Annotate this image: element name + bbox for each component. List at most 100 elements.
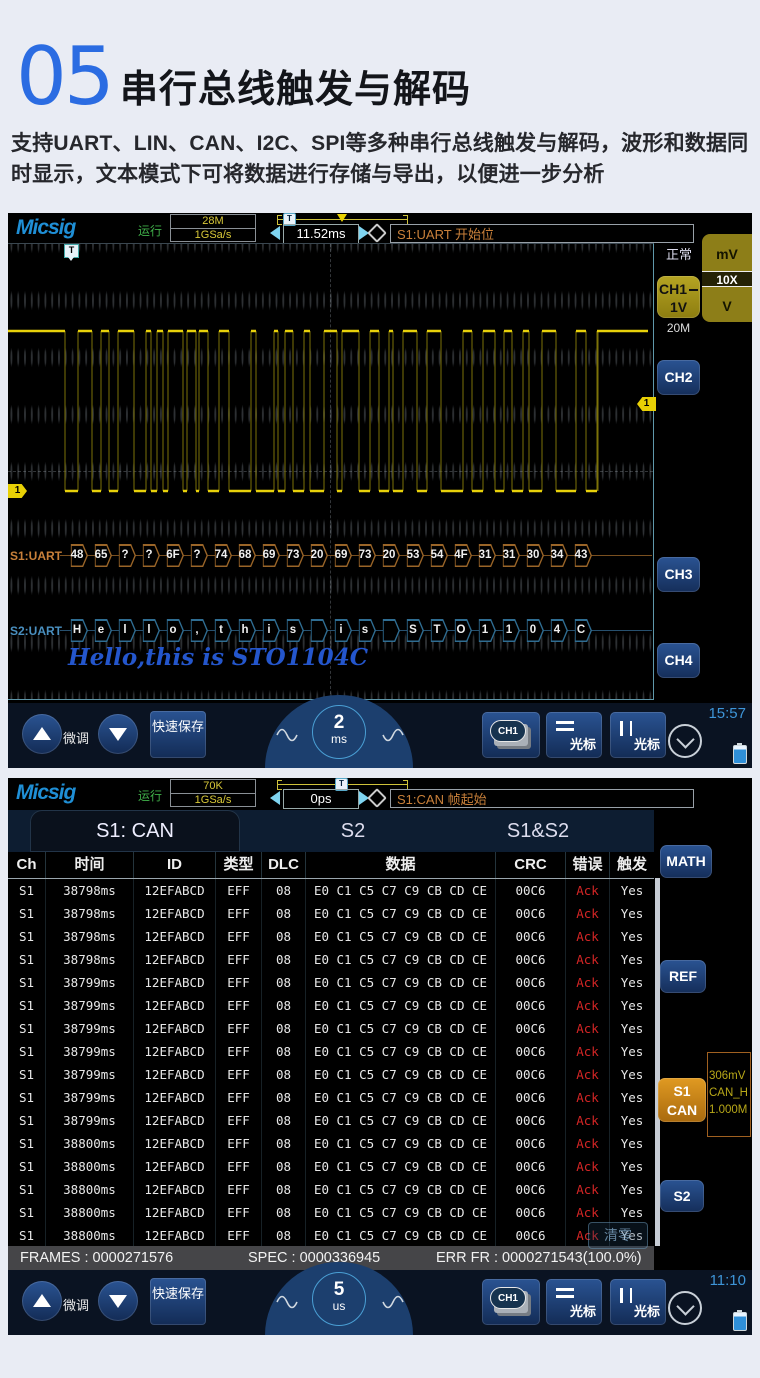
h-cursor-button[interactable]: 光标 [546, 1279, 602, 1325]
channel-select-button[interactable]: CH1 [482, 1279, 540, 1325]
decode-bus-label: S2:UART [10, 624, 62, 638]
table-row[interactable]: S138799ms12EFABCDEFF08E0 C1 C5 C7 C9 CB … [8, 1017, 654, 1040]
decode-token: 1 [474, 619, 496, 642]
cell-dlc: 08 [262, 994, 306, 1017]
table-row[interactable]: S138798ms12EFABCDEFF08E0 C1 C5 C7 C9 CB … [8, 902, 654, 925]
table-row[interactable]: S138798ms12EFABCDEFF08E0 C1 C5 C7 C9 CB … [8, 925, 654, 948]
cell-data: E0 C1 C5 C7 C9 CB CD CE [306, 1224, 496, 1246]
table-row[interactable]: S138798ms12EFABCDEFF08E0 C1 C5 C7 C9 CB … [8, 879, 654, 902]
ch3-button[interactable]: CH3 [657, 557, 700, 592]
sine-right-icon[interactable] [381, 1293, 405, 1311]
tab-s1-can[interactable]: S1: CAN [30, 810, 240, 852]
cell-type: EFF [216, 925, 262, 948]
table-row[interactable]: S138799ms12EFABCDEFF08E0 C1 C5 C7 C9 CB … [8, 1040, 654, 1063]
ch4-button[interactable]: CH4 [657, 643, 700, 678]
uart-decode-row-hex[interactable]: S1:UART 4865??6F?746869732069732053544F3… [8, 544, 654, 568]
cell-dlc: 08 [262, 1040, 306, 1063]
sine-left-icon[interactable] [275, 1293, 299, 1311]
decode-token: i [330, 619, 352, 642]
collapse-menu-button[interactable] [668, 724, 702, 758]
probe-attenuation[interactable]: 10X [702, 271, 752, 287]
decode-tabs-bar: S1: CAN S2 S1&S2 [8, 810, 654, 852]
table-row[interactable]: S138799ms12EFABCDEFF08E0 C1 C5 C7 C9 CB … [8, 971, 654, 994]
cell-time: 38798ms [46, 902, 134, 925]
tab-s1-and-s2[interactable]: S1&S2 [458, 810, 618, 852]
time-offset-value[interactable]: 11.52ms [283, 224, 359, 244]
bracket-left [277, 780, 282, 790]
cell-id: 12EFABCD [134, 971, 216, 994]
cell-ch: S1 [8, 994, 46, 1017]
timebase-knob[interactable]: 5 us [312, 1272, 366, 1326]
table-row[interactable]: S138799ms12EFABCDEFF08E0 C1 C5 C7 C9 CB … [8, 1086, 654, 1109]
time-left-arrow-icon[interactable] [270, 791, 280, 805]
math-button[interactable]: MATH [660, 845, 712, 878]
table-row[interactable]: S138800ms12EFABCDEFF08E0 C1 C5 C7 C9 CB … [8, 1224, 654, 1246]
quick-save-button[interactable]: 快速保存 [150, 1278, 206, 1325]
trigger-info[interactable]: S1:UART 开始位 [390, 224, 694, 243]
vertical-scale-panel[interactable]: mV 10X V [702, 234, 752, 322]
s1-can-button[interactable]: S1 CAN [658, 1078, 706, 1122]
cell-type: EFF [216, 1178, 262, 1201]
collapse-menu-button[interactable] [668, 1291, 702, 1325]
unit-mv[interactable]: mV [702, 246, 752, 262]
trigger-source-icon [367, 223, 387, 243]
fine-down-button[interactable] [98, 1281, 138, 1321]
uart-decode-row-ascii[interactable]: S2:UART Hello,thisisSTO1104C [8, 619, 654, 643]
cell-dlc: 08 [262, 1017, 306, 1040]
table-row[interactable]: S138800ms12EFABCDEFF08E0 C1 C5 C7 C9 CB … [8, 1201, 654, 1224]
s2-button[interactable]: S2 [660, 1180, 704, 1212]
table-row[interactable]: S138800ms12EFABCDEFF08E0 C1 C5 C7 C9 CB … [8, 1132, 654, 1155]
time-left-arrow-icon[interactable] [270, 226, 280, 240]
up-triangle-icon [33, 727, 51, 740]
trigger-point-flag[interactable]: T [64, 244, 79, 258]
clear-ghost-button[interactable]: 清零 [588, 1222, 648, 1249]
decode-token: 69 [258, 544, 280, 567]
table-row[interactable]: S138799ms12EFABCDEFF08E0 C1 C5 C7 C9 CB … [8, 1109, 654, 1132]
cell-dlc: 08 [262, 902, 306, 925]
time-offset-value[interactable]: 0ps [283, 789, 359, 809]
ch1-button[interactable]: CH1 1V [657, 276, 700, 318]
fine-up-button[interactable] [22, 1281, 62, 1321]
table-row[interactable]: S138799ms12EFABCDEFF08E0 C1 C5 C7 C9 CB … [8, 1063, 654, 1086]
timebase-position-bar[interactable]: T [277, 215, 408, 224]
table-row[interactable]: S138800ms12EFABCDEFF08E0 C1 C5 C7 C9 CB … [8, 1155, 654, 1178]
decode-token: s [354, 619, 376, 642]
quick-save-button[interactable]: 快速保存 [150, 711, 206, 758]
unit-v[interactable]: V [702, 298, 752, 314]
ch2-button[interactable]: CH2 [657, 360, 700, 395]
cell-crc: 00C6 [496, 994, 566, 1017]
decode-token: C [570, 619, 592, 642]
trigger-info[interactable]: S1:CAN 帧起始 [390, 789, 694, 808]
table-row[interactable]: S138798ms12EFABCDEFF08E0 C1 C5 C7 C9 CB … [8, 948, 654, 971]
v-cursor-button[interactable]: 光标 [610, 1279, 666, 1325]
sine-right-icon[interactable] [381, 726, 405, 744]
v-cursor-button[interactable]: 光标 [610, 712, 666, 758]
channel-select-button[interactable]: CH1 [482, 712, 540, 758]
column-header: CRC [496, 852, 566, 878]
chevron-down-icon [676, 730, 694, 748]
tab-s2[interactable]: S2 [288, 810, 418, 852]
ref-button[interactable]: REF [660, 960, 706, 993]
decode-token: ? [114, 544, 136, 567]
column-header: Ch [8, 852, 46, 878]
cell-time: 38799ms [46, 971, 134, 994]
memory-samplerate-box[interactable]: 70K 1GSa/s [170, 779, 256, 807]
cell-crc: 00C6 [496, 1155, 566, 1178]
cell-dlc: 08 [262, 1155, 306, 1178]
column-header: 类型 [216, 852, 262, 878]
sine-left-icon[interactable] [275, 726, 299, 744]
table-row[interactable]: S138799ms12EFABCDEFF08E0 C1 C5 C7 C9 CB … [8, 994, 654, 1017]
table-row[interactable]: S138800ms12EFABCDEFF08E0 C1 C5 C7 C9 CB … [8, 1178, 654, 1201]
timebase-knob[interactable]: 2 ms [312, 705, 366, 759]
memory-samplerate-box[interactable]: 28M 1GSa/s [170, 214, 256, 242]
can-table-body: S138798ms12EFABCDEFF08E0 C1 C5 C7 C9 CB … [8, 878, 654, 1246]
h-cursor-icon [556, 1288, 574, 1302]
cell-data: E0 C1 C5 C7 C9 CB CD CE [306, 971, 496, 994]
cell-data: E0 C1 C5 C7 C9 CB CD CE [306, 902, 496, 925]
fine-down-button[interactable] [98, 714, 138, 754]
fine-up-button[interactable] [22, 714, 62, 754]
timebase-position-bar[interactable]: T [277, 780, 408, 789]
timebase-unit: us [313, 1300, 365, 1313]
h-cursor-button[interactable]: 光标 [546, 712, 602, 758]
cell-trig: Yes [610, 971, 654, 994]
